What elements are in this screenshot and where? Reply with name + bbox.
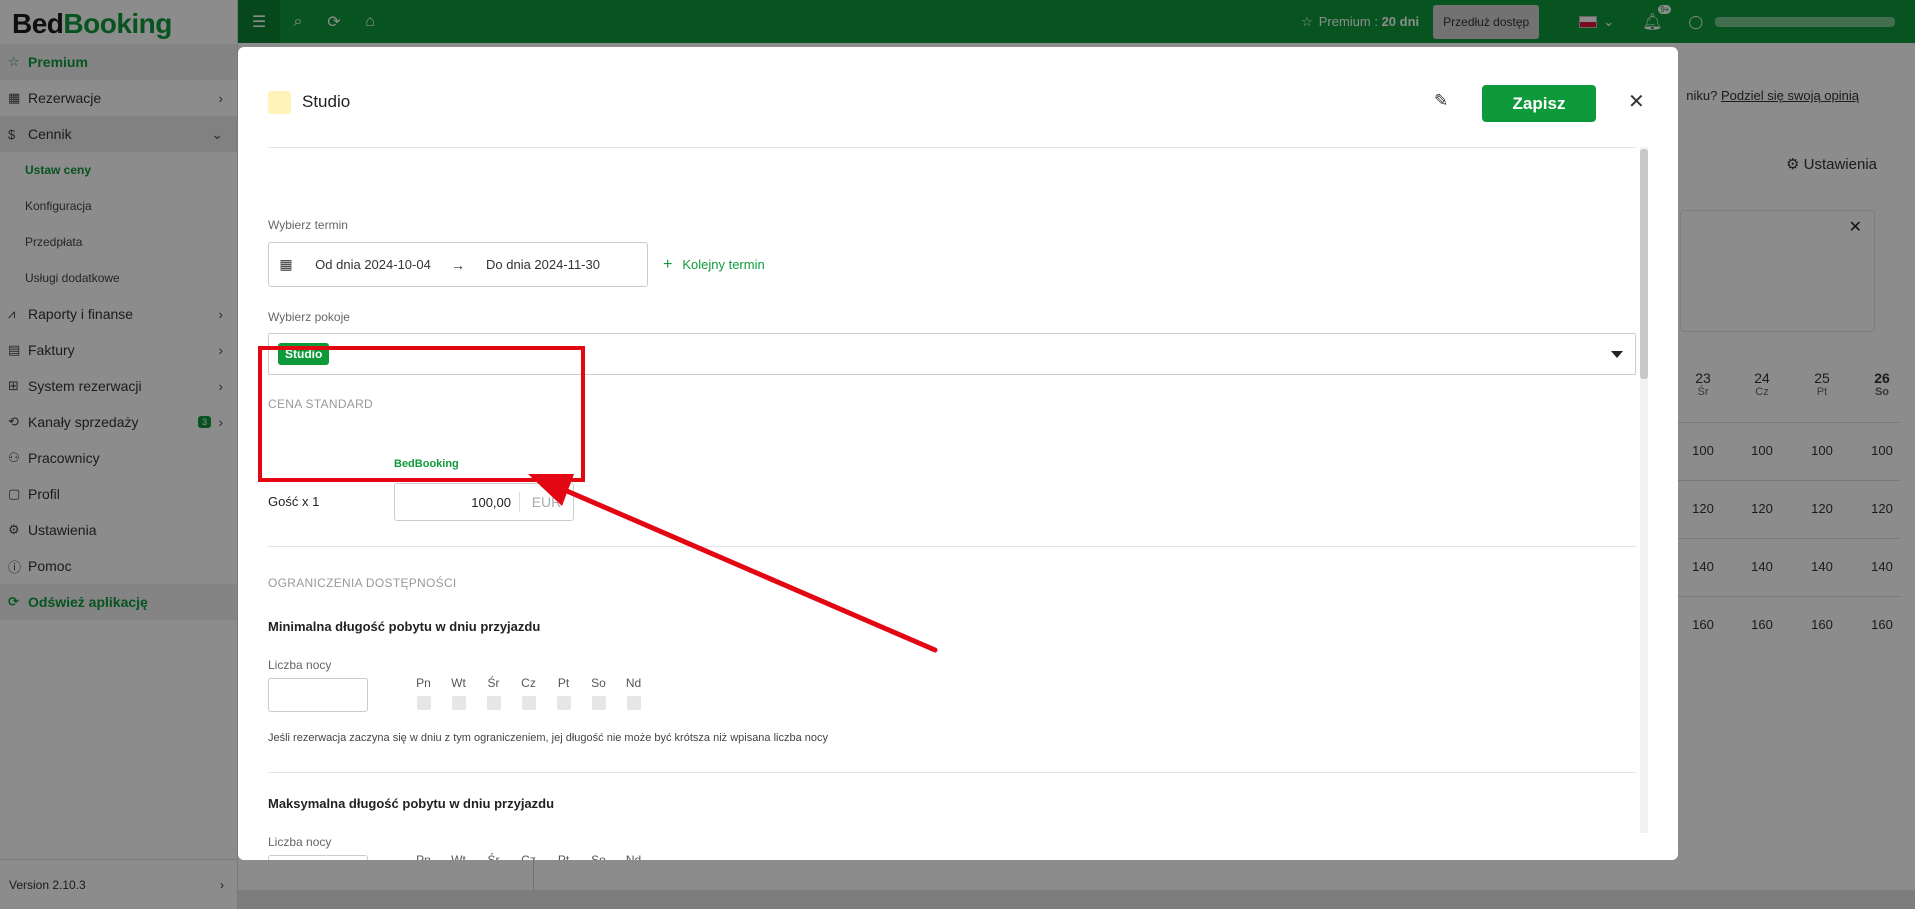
weekday-label: Pn <box>416 676 431 690</box>
weekday-label: Wt <box>451 676 466 690</box>
checkbox[interactable] <box>591 696 606 710</box>
date-from-field[interactable]: Od dnia 2024-10-04 <box>303 257 443 272</box>
weekday-label: Pt <box>557 853 570 860</box>
nights-label: Liczba nocy <box>268 835 332 849</box>
weekday-fri[interactable]: Pt <box>546 853 581 860</box>
checkbox[interactable] <box>556 696 571 710</box>
modal-title: Studio <box>302 92 351 111</box>
arrow-right-icon: → <box>451 256 465 273</box>
weekday-label: Śr <box>487 676 500 690</box>
price-input[interactable]: 100,00 EUR <box>394 483 574 521</box>
close-icon[interactable]: ✕ <box>1628 89 1645 114</box>
checkbox[interactable] <box>486 696 501 710</box>
max-nights-input[interactable] <box>268 855 368 860</box>
term-label: Wybierz termin <box>268 218 348 232</box>
calendar-icon: ▦ <box>279 256 293 272</box>
room-color-swatch <box>268 91 291 114</box>
weekday-wed[interactable]: Śr <box>476 676 511 710</box>
weekday-fri[interactable]: Pt <box>546 676 581 710</box>
rooms-label: Wybierz pokoje <box>268 310 350 324</box>
weekday-sun[interactable]: Nd <box>616 853 651 860</box>
weekday-sat[interactable]: So <box>581 853 616 860</box>
checkbox[interactable] <box>416 696 431 710</box>
min-nights-input[interactable] <box>268 678 368 712</box>
weekday-label: Pt <box>557 676 570 690</box>
weekday-thu[interactable]: Cz <box>511 676 546 710</box>
restrictions-section-title: OGRANICZENIA DOSTĘPNOŚCI <box>268 576 457 590</box>
weekday-tue[interactable]: Wt <box>441 676 476 710</box>
add-term-button[interactable]: + Kolejny termin <box>663 256 765 274</box>
modal-body: Wybierz termin ▦ Od dnia 2024-10-04 → Do… <box>268 148 1638 860</box>
nights-label: Liczba nocy <box>268 658 332 672</box>
edit-icon[interactable]: ✎ <box>1434 91 1448 111</box>
checkbox[interactable] <box>626 696 641 710</box>
weekday-checkboxes: Pn Wt Śr Cz Pt So Nd <box>406 676 651 710</box>
weekday-label: So <box>591 676 606 690</box>
guest-label: Gość x 1 <box>268 494 320 509</box>
max-stay-title: Maksymalna długość pobytu w dniu przyjaz… <box>268 796 555 811</box>
date-range-picker[interactable]: ▦ Od dnia 2024-10-04 → Do dnia 2024-11-3… <box>268 242 648 287</box>
save-button[interactable]: Zapisz <box>1482 85 1596 122</box>
weekday-label: Nd <box>625 676 642 690</box>
weekday-wed[interactable]: Śr <box>476 853 511 860</box>
weekday-tue[interactable]: Wt <box>441 853 476 860</box>
weekday-mon[interactable]: Pn <box>406 853 441 860</box>
divider <box>268 546 1636 547</box>
plus-icon: + <box>663 256 673 273</box>
checkbox[interactable] <box>451 696 466 710</box>
add-term-label: Kolejny termin <box>682 257 765 272</box>
modal-header: Studio ✎ Zapisz ✕ <box>238 47 1678 147</box>
weekday-label: Nd <box>625 853 642 860</box>
min-stay-title: Minimalna długość pobytu w dniu przyjazd… <box>268 619 541 634</box>
scrollbar-thumb[interactable] <box>1640 149 1648 379</box>
weekday-label: So <box>591 853 606 860</box>
price-value[interactable]: 100,00 <box>395 495 519 510</box>
weekday-label: Wt <box>451 853 466 860</box>
divider <box>268 772 1636 773</box>
weekday-label: Cz <box>521 676 536 690</box>
weekday-mon[interactable]: Pn <box>406 676 441 710</box>
date-to-field[interactable]: Do dnia 2024-11-30 <box>473 257 613 272</box>
weekday-sat[interactable]: So <box>581 676 616 710</box>
caret-down-icon[interactable] <box>1611 351 1623 358</box>
annotation-highlight-box <box>258 346 585 482</box>
weekday-checkboxes: Pn Wt Śr Cz Pt So Nd <box>406 853 651 860</box>
weekday-sun[interactable]: Nd <box>616 676 651 710</box>
currency-label: EUR <box>531 494 562 510</box>
weekday-thu[interactable]: Cz <box>511 853 546 860</box>
weekday-label: Śr <box>487 853 500 860</box>
weekday-label: Cz <box>521 853 536 860</box>
checkbox[interactable] <box>521 696 536 710</box>
min-stay-hint: Jeśli rezerwacja zaczyna się w dniu z ty… <box>268 732 829 744</box>
weekday-label: Pn <box>416 853 431 860</box>
